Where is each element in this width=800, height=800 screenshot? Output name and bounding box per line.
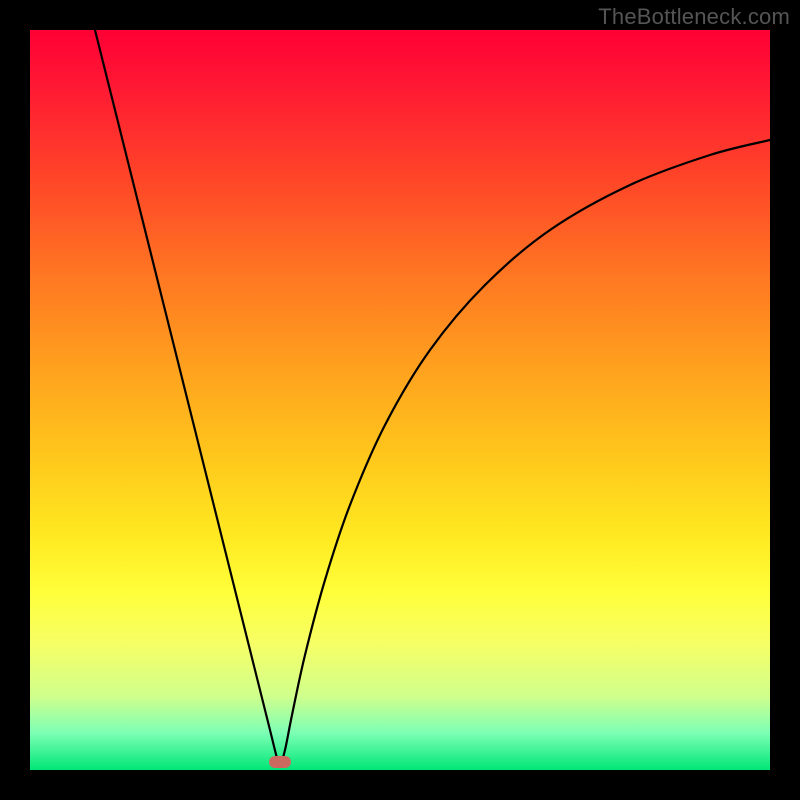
bottleneck-curve	[30, 30, 770, 770]
plot-area	[30, 30, 770, 770]
outer-frame: TheBottleneck.com	[0, 0, 800, 800]
watermark-text: TheBottleneck.com	[598, 4, 790, 30]
curve-path	[95, 30, 770, 765]
minimum-marker	[269, 756, 291, 768]
